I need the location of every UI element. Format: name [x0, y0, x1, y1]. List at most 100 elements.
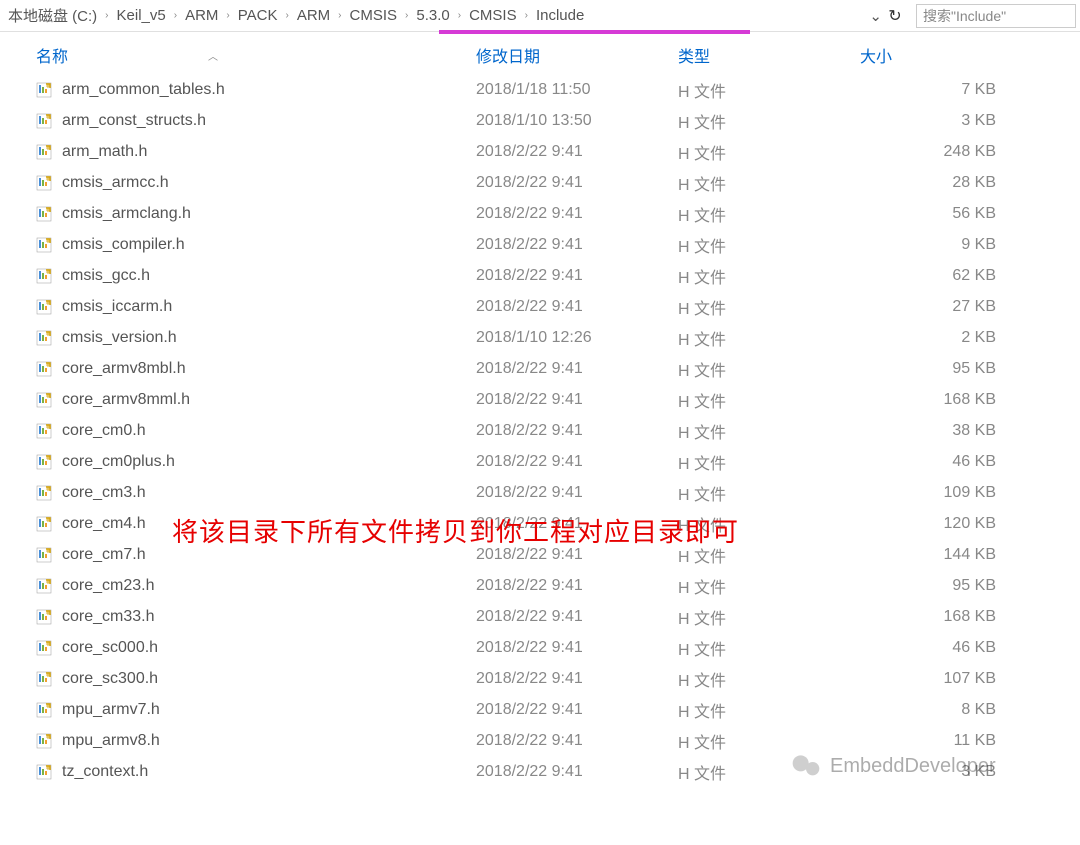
file-type: H 文件 [660, 388, 840, 412]
h-file-icon [36, 392, 52, 408]
file-type: H 文件 [660, 233, 840, 257]
file-name: core_sc300.h [62, 670, 158, 688]
file-name: core_armv8mml.h [62, 391, 190, 409]
file-row[interactable]: core_cm0plus.h2018/2/22 9:41H 文件46 KB [0, 446, 1080, 477]
file-date: 2018/2/22 9:41 [440, 205, 660, 223]
breadcrumb-item[interactable]: Include [534, 7, 586, 24]
refresh-icon[interactable]: ↻ [882, 6, 908, 26]
file-date: 2018/2/22 9:41 [440, 174, 660, 192]
h-file-icon [36, 454, 52, 470]
search-input[interactable]: 搜索"Include" [916, 4, 1076, 28]
header-size[interactable]: 大小 [840, 43, 1080, 67]
file-size: 109 KB [840, 484, 1010, 502]
file-size: 38 KB [840, 422, 1010, 440]
file-size: 46 KB [840, 453, 1010, 471]
file-name-cell: arm_const_structs.h [0, 112, 440, 130]
file-date: 2018/2/22 9:41 [440, 143, 660, 161]
breadcrumb-item[interactable]: 本地磁盘 (C:) [6, 5, 99, 26]
file-row[interactable]: cmsis_version.h2018/1/10 12:26H 文件2 KB [0, 322, 1080, 353]
breadcrumb-item[interactable]: CMSIS [467, 7, 519, 24]
h-file-icon [36, 547, 52, 563]
file-type: H 文件 [660, 171, 840, 195]
file-name-cell: core_cm4.h [0, 515, 440, 533]
file-row[interactable]: core_sc300.h2018/2/22 9:41H 文件107 KB [0, 663, 1080, 694]
file-name-cell: core_cm7.h [0, 546, 440, 564]
file-type: H 文件 [660, 78, 840, 102]
file-row[interactable]: core_armv8mbl.h2018/2/22 9:41H 文件95 KB [0, 353, 1080, 384]
breadcrumb-item[interactable]: PACK [236, 7, 280, 24]
file-type: H 文件 [660, 202, 840, 226]
file-row[interactable]: cmsis_gcc.h2018/2/22 9:41H 文件62 KB [0, 260, 1080, 291]
file-size: 7 KB [840, 81, 1010, 99]
file-row[interactable]: mpu_armv8.h2018/2/22 9:41H 文件11 KB [0, 725, 1080, 756]
file-size: 168 KB [840, 608, 1010, 626]
file-name: tz_context.h [62, 763, 148, 781]
file-type: H 文件 [660, 450, 840, 474]
file-date: 2018/2/22 9:41 [440, 298, 660, 316]
file-name: cmsis_armcc.h [62, 174, 169, 192]
file-name-cell: core_armv8mml.h [0, 391, 440, 409]
file-name: arm_math.h [62, 143, 147, 161]
file-name: core_cm7.h [62, 546, 146, 564]
file-size: 46 KB [840, 639, 1010, 657]
file-name: core_sc000.h [62, 639, 158, 657]
breadcrumb-item[interactable]: ARM [295, 7, 332, 24]
file-row[interactable]: cmsis_armcc.h2018/2/22 9:41H 文件28 KB [0, 167, 1080, 198]
file-name: core_cm0.h [62, 422, 146, 440]
file-row[interactable]: cmsis_compiler.h2018/2/22 9:41H 文件9 KB [0, 229, 1080, 260]
chevron-right-icon: › [399, 10, 414, 21]
breadcrumb-item[interactable]: CMSIS [348, 7, 400, 24]
file-name-cell: core_cm23.h [0, 577, 440, 595]
file-row[interactable]: arm_const_structs.h2018/1/10 13:50H 文件3 … [0, 105, 1080, 136]
header-name[interactable]: 名称 ︿ [0, 43, 440, 67]
file-row[interactable]: core_sc000.h2018/2/22 9:41H 文件46 KB [0, 632, 1080, 663]
file-row[interactable]: core_cm3.h2018/2/22 9:41H 文件109 KB [0, 477, 1080, 508]
file-name: cmsis_compiler.h [62, 236, 185, 254]
h-file-icon [36, 578, 52, 594]
file-name: core_armv8mbl.h [62, 360, 186, 378]
file-size: 11 KB [840, 732, 1010, 750]
file-row[interactable]: core_cm33.h2018/2/22 9:41H 文件168 KB [0, 601, 1080, 632]
breadcrumb-item[interactable]: ARM [183, 7, 220, 24]
file-name-cell: arm_math.h [0, 143, 440, 161]
file-row[interactable]: arm_common_tables.h2018/1/18 11:50H 文件7 … [0, 74, 1080, 105]
file-row[interactable]: cmsis_armclang.h2018/2/22 9:41H 文件56 KB [0, 198, 1080, 229]
file-type: H 文件 [660, 264, 840, 288]
search-placeholder: 搜索"Include" [923, 6, 1006, 26]
file-date: 2018/1/10 13:50 [440, 112, 660, 130]
file-size: 3 KB [840, 112, 1010, 130]
h-file-icon [36, 82, 52, 98]
file-row[interactable]: tz_context.h2018/2/22 9:41H 文件3 KB [0, 756, 1080, 787]
file-type: H 文件 [660, 605, 840, 629]
file-type: H 文件 [660, 667, 840, 691]
file-date: 2018/2/22 9:41 [440, 236, 660, 254]
file-size: 95 KB [840, 360, 1010, 378]
file-row[interactable]: core_cm0.h2018/2/22 9:41H 文件38 KB [0, 415, 1080, 446]
file-date: 2018/2/22 9:41 [440, 608, 660, 626]
h-file-icon [36, 361, 52, 377]
file-row[interactable]: mpu_armv7.h2018/2/22 9:41H 文件8 KB [0, 694, 1080, 725]
file-name-cell: core_cm0.h [0, 422, 440, 440]
header-type[interactable]: 类型 [660, 43, 840, 67]
file-row[interactable]: core_armv8mml.h2018/2/22 9:41H 文件168 KB [0, 384, 1080, 415]
file-name-cell: mpu_armv8.h [0, 732, 440, 750]
file-row[interactable]: arm_math.h2018/2/22 9:41H 文件248 KB [0, 136, 1080, 167]
file-row[interactable]: cmsis_iccarm.h2018/2/22 9:41H 文件27 KB [0, 291, 1080, 322]
file-size: 95 KB [840, 577, 1010, 595]
address-dropdown-icon[interactable]: ⌄ [869, 7, 882, 25]
file-row[interactable]: core_cm7.h2018/2/22 9:41H 文件144 KB [0, 539, 1080, 570]
file-name: core_cm3.h [62, 484, 146, 502]
file-name-cell: tz_context.h [0, 763, 440, 781]
file-size: 168 KB [840, 391, 1010, 409]
h-file-icon [36, 423, 52, 439]
file-name: core_cm4.h [62, 515, 146, 533]
chevron-right-icon: › [99, 10, 114, 21]
file-row[interactable]: core_cm23.h2018/2/22 9:41H 文件95 KB [0, 570, 1080, 601]
breadcrumb-item[interactable]: Keil_v5 [115, 7, 168, 24]
file-list: arm_common_tables.h2018/1/18 11:50H 文件7 … [0, 72, 1080, 787]
breadcrumb-item[interactable]: 5.3.0 [414, 7, 451, 24]
file-row[interactable]: core_cm4.h2018/2/22 9:41H 文件120 KB [0, 508, 1080, 539]
file-name-cell: cmsis_version.h [0, 329, 440, 347]
file-name-cell: cmsis_iccarm.h [0, 298, 440, 316]
header-date[interactable]: 修改日期 [440, 43, 660, 67]
